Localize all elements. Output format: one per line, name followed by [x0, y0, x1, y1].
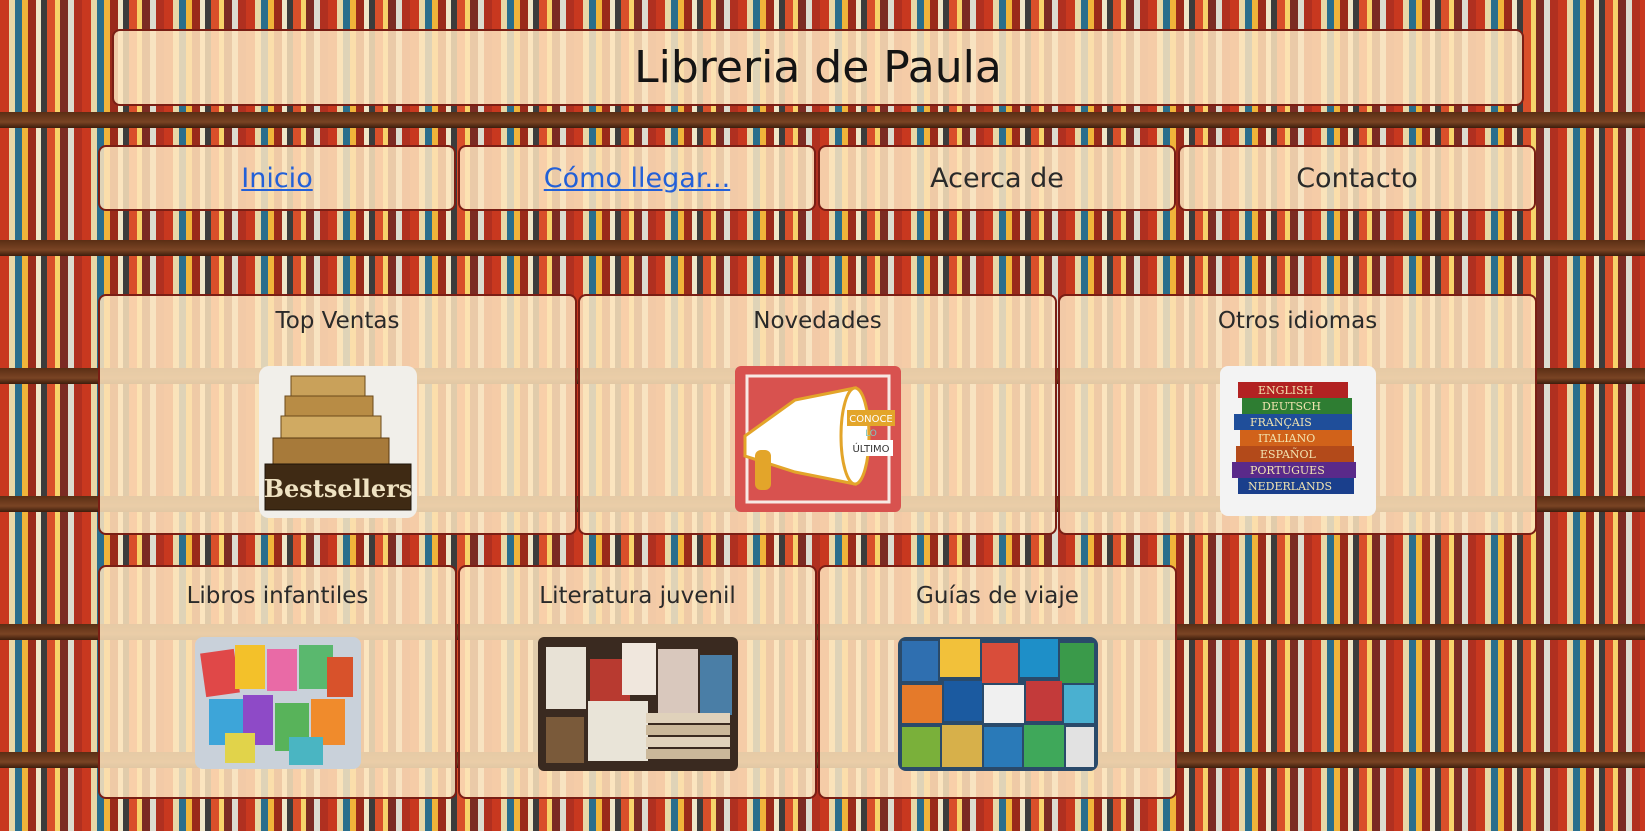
svg-text:ÚLTIMO: ÚLTIMO: [852, 442, 889, 455]
nav-item-acerca-de[interactable]: Acerca de: [818, 145, 1176, 211]
category-card-libros-infantiles[interactable]: Libros infantiles: [98, 565, 457, 799]
category-title: Literatura juvenil: [539, 583, 736, 609]
bestsellers-text: Bestsellers: [263, 474, 412, 503]
svg-text:LO: LO: [865, 429, 877, 439]
site-header: Libreria de Paula: [112, 29, 1524, 106]
childrens-books-image[interactable]: [194, 637, 361, 773]
category-title: Libros infantiles: [186, 583, 369, 609]
svg-text:FRANÇAIS: FRANÇAIS: [1250, 416, 1312, 429]
svg-text:CONOCE: CONOCE: [849, 414, 893, 425]
bestsellers-image[interactable]: Bestsellers: [258, 366, 417, 522]
megaphone-image[interactable]: CONOCE LO ÚLTIMO: [734, 366, 901, 516]
category-title: Guías de viaje: [916, 583, 1079, 609]
category-title: Otros idiomas: [1217, 308, 1378, 334]
nav-item-como-llegar[interactable]: Cómo llegar...: [458, 145, 816, 211]
nav-item-inicio[interactable]: Inicio: [98, 145, 456, 211]
category-card-novedades[interactable]: Novedades CONOCE LO ÚLTIMO: [578, 294, 1057, 535]
category-title: Novedades: [753, 308, 882, 334]
category-card-literatura-juvenil[interactable]: Literatura juvenil: [458, 565, 817, 799]
svg-text:NEDERLANDS: NEDERLANDS: [1248, 480, 1332, 493]
svg-text:DEUTSCH: DEUTSCH: [1262, 400, 1321, 413]
page: Libreria de Paula Inicio Cómo llegar... …: [0, 0, 1645, 831]
nav-label-acerca-de: Acerca de: [930, 162, 1064, 194]
category-card-guias-de-viaje[interactable]: Guías de viaje: [818, 565, 1177, 799]
category-card-otros-idiomas[interactable]: Otros idiomas ENGLISH DEUTSCH FRANÇAIS I…: [1058, 294, 1537, 535]
language-books-image[interactable]: ENGLISH DEUTSCH FRANÇAIS ITALIANO ESPAÑO…: [1219, 366, 1376, 520]
travel-guides-image[interactable]: [897, 637, 1098, 775]
svg-text:PORTUGUES: PORTUGUES: [1250, 464, 1325, 477]
nav-label-contacto: Contacto: [1296, 162, 1418, 194]
svg-text:ESPAÑOL: ESPAÑOL: [1260, 447, 1317, 461]
nav-link-inicio[interactable]: Inicio: [241, 163, 312, 194]
youth-literature-image[interactable]: [537, 637, 738, 775]
svg-text:ITALIANO: ITALIANO: [1258, 432, 1315, 445]
category-card-top-ventas[interactable]: Top Ventas Bestsellers: [98, 294, 577, 535]
nav-link-como-llegar[interactable]: Cómo llegar...: [544, 163, 730, 194]
category-title: Top Ventas: [275, 308, 400, 334]
svg-text:ENGLISH: ENGLISH: [1258, 384, 1313, 397]
site-title: Libreria de Paula: [634, 42, 1002, 93]
nav-item-contacto[interactable]: Contacto: [1178, 145, 1536, 211]
